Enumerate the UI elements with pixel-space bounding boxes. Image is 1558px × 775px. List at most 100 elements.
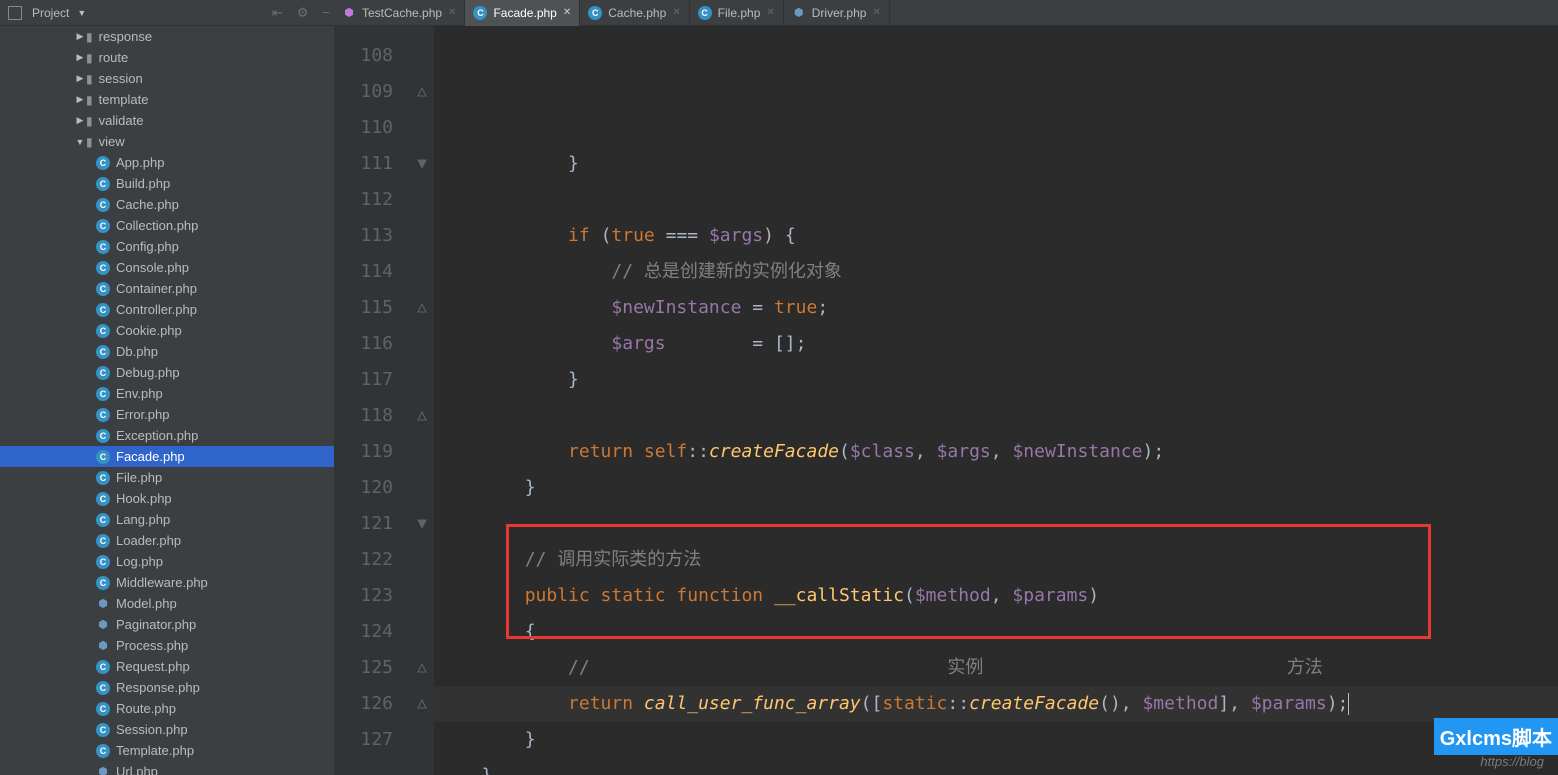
fold-marker[interactable]: [409, 506, 434, 542]
file-process[interactable]: ⬢Process.php: [0, 635, 334, 656]
folder-label: template: [99, 92, 149, 107]
code-line[interactable]: }: [434, 362, 1558, 398]
class-icon: C: [96, 324, 110, 338]
file-container[interactable]: CContainer.php: [0, 278, 334, 299]
fold-marker[interactable]: [409, 398, 434, 434]
code-editor[interactable]: 1081091101111121131141151161171181191201…: [334, 26, 1558, 775]
file-config[interactable]: CConfig.php: [0, 236, 334, 257]
tab-testcache[interactable]: ⬢TestCache.php✕: [334, 0, 465, 26]
fold-marker[interactable]: [409, 650, 434, 686]
project-tool-header: Project ▼ ⇤ ⚙ −: [0, 5, 334, 21]
fold-marker[interactable]: [409, 686, 434, 722]
file-file[interactable]: CFile.php: [0, 467, 334, 488]
chevron-icon[interactable]: ▶: [74, 73, 86, 84]
file-hook[interactable]: CHook.php: [0, 488, 334, 509]
folder-view[interactable]: ▼▮view: [0, 131, 334, 152]
chevron-icon[interactable]: ▶: [74, 94, 86, 105]
folder-route[interactable]: ▶▮route: [0, 47, 334, 68]
file-debug[interactable]: CDebug.php: [0, 362, 334, 383]
file-label: Debug.php: [116, 365, 180, 380]
file-build[interactable]: CBuild.php: [0, 173, 334, 194]
fold-marker: [409, 434, 434, 470]
file-lang[interactable]: CLang.php: [0, 509, 334, 530]
file-paginator[interactable]: ⬢Paginator.php: [0, 614, 334, 635]
code-line[interactable]: // 总是创建新的实例化对象: [434, 254, 1558, 290]
fold-marker[interactable]: [409, 290, 434, 326]
tab-facade[interactable]: CFacade.php✕: [465, 0, 580, 26]
code-line[interactable]: }: [434, 146, 1558, 182]
file-url[interactable]: ⬢Url.php: [0, 761, 334, 775]
file-middleware[interactable]: CMiddleware.php: [0, 572, 334, 593]
line-number: 123: [334, 578, 393, 614]
file-route[interactable]: CRoute.php: [0, 698, 334, 719]
code-line[interactable]: }: [434, 758, 1558, 775]
folder-response[interactable]: ▶▮response: [0, 26, 334, 47]
code-line[interactable]: if (true === $args) {: [434, 218, 1558, 254]
code-line[interactable]: return self::createFacade($class, $args,…: [434, 434, 1558, 470]
close-icon[interactable]: ✕: [563, 7, 571, 18]
file-controller[interactable]: CController.php: [0, 299, 334, 320]
tab-cache[interactable]: CCache.php✕: [580, 0, 689, 26]
code-line[interactable]: // 调用实际类的方法: [434, 542, 1558, 578]
folder-template[interactable]: ▶▮template: [0, 89, 334, 110]
file-facade[interactable]: CFacade.php: [0, 446, 334, 467]
fold-column[interactable]: [409, 26, 434, 775]
file-env[interactable]: CEnv.php: [0, 383, 334, 404]
code-line[interactable]: [434, 398, 1558, 434]
file-model[interactable]: ⬢Model.php: [0, 593, 334, 614]
fold-marker[interactable]: [409, 74, 434, 110]
chevron-icon[interactable]: ▶: [74, 115, 86, 126]
close-icon[interactable]: ✕: [766, 7, 774, 18]
file-cookie[interactable]: CCookie.php: [0, 320, 334, 341]
file-log[interactable]: CLog.php: [0, 551, 334, 572]
line-number: 126: [334, 686, 393, 722]
code-line[interactable]: [434, 110, 1558, 146]
collapse-all-icon[interactable]: ⇤: [268, 5, 287, 21]
code-line[interactable]: // 实例 方法: [434, 650, 1558, 686]
class-icon: C: [96, 282, 110, 296]
project-dropdown[interactable]: Project: [32, 6, 69, 20]
file-error[interactable]: CError.php: [0, 404, 334, 425]
project-tree[interactable]: ▶▮response▶▮route▶▮session▶▮template▶▮va…: [0, 26, 334, 775]
hide-icon[interactable]: −: [318, 5, 334, 20]
code-line[interactable]: }: [434, 470, 1558, 506]
tab-file[interactable]: CFile.php✕: [690, 0, 784, 26]
file-response[interactable]: CResponse.php: [0, 677, 334, 698]
close-icon[interactable]: ✕: [872, 7, 880, 18]
file-loader[interactable]: CLoader.php: [0, 530, 334, 551]
code-line[interactable]: {: [434, 614, 1558, 650]
file-exception[interactable]: CException.php: [0, 425, 334, 446]
chevron-icon[interactable]: ▶: [74, 31, 86, 42]
file-cache[interactable]: CCache.php: [0, 194, 334, 215]
code-line[interactable]: [434, 506, 1558, 542]
code-area[interactable]: } if (true === $args) { // 总是创建新的实例化对象 $…: [434, 26, 1558, 775]
code-line[interactable]: }: [434, 722, 1558, 758]
code-line[interactable]: $args = [];: [434, 326, 1558, 362]
gear-icon[interactable]: ⚙: [293, 5, 313, 21]
code-line[interactable]: public static function __callStatic($met…: [434, 578, 1558, 614]
file-app[interactable]: CApp.php: [0, 152, 334, 173]
code-line[interactable]: $newInstance = true;: [434, 290, 1558, 326]
tab-driver[interactable]: ⬢Driver.php✕: [784, 0, 890, 26]
fold-marker[interactable]: [409, 146, 434, 182]
folder-label: response: [99, 29, 152, 44]
line-number: 124: [334, 614, 393, 650]
folder-validate[interactable]: ▶▮validate: [0, 110, 334, 131]
file-collection[interactable]: CCollection.php: [0, 215, 334, 236]
class-icon: C: [96, 471, 110, 485]
close-icon[interactable]: ✕: [448, 7, 456, 18]
file-template[interactable]: CTemplate.php: [0, 740, 334, 761]
file-db[interactable]: CDb.php: [0, 341, 334, 362]
file-session[interactable]: CSession.php: [0, 719, 334, 740]
close-icon[interactable]: ✕: [672, 7, 680, 18]
class-icon: C: [96, 240, 110, 254]
chevron-icon[interactable]: ▼: [74, 137, 86, 147]
code-line[interactable]: return call_user_func_array([static::cre…: [434, 686, 1558, 722]
chevron-icon[interactable]: ▶: [74, 52, 86, 63]
code-line[interactable]: [434, 182, 1558, 218]
folder-icon: ▮: [86, 114, 93, 128]
chevron-down-icon[interactable]: ▼: [77, 8, 86, 18]
file-console[interactable]: CConsole.php: [0, 257, 334, 278]
folder-session[interactable]: ▶▮session: [0, 68, 334, 89]
file-request[interactable]: CRequest.php: [0, 656, 334, 677]
